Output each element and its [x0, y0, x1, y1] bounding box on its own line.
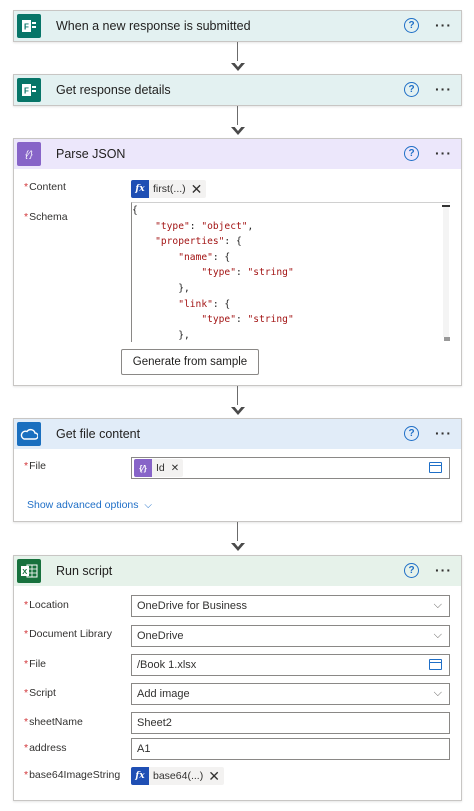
- chevron-down-icon: ⌵: [433, 599, 442, 611]
- forms-icon: F: [17, 14, 41, 38]
- get-file-content-card[interactable]: Get file content ? ··· *File {⁄} Id ✕ Sh…: [13, 418, 462, 522]
- schema-code[interactable]: { "type": "object", "properties": { "nam…: [132, 203, 450, 342]
- run-script-title: Run script: [56, 564, 113, 578]
- script-file-field[interactable]: /Book 1.xlsx: [131, 654, 450, 676]
- forms-icon: F: [17, 78, 41, 102]
- schema-code-line: "type": "object",: [155, 220, 254, 232]
- content-token[interactable]: fx first(...) ✕: [131, 180, 207, 198]
- chevron-down-icon: ⌵: [433, 687, 442, 699]
- generate-from-sample-button[interactable]: Generate from sample: [121, 349, 259, 375]
- onedrive-icon: [17, 422, 41, 446]
- file-id-token[interactable]: {⁄} Id ✕: [134, 459, 184, 477]
- file-content-title: Get file content: [56, 427, 141, 441]
- parse-json-icon: {⁄}: [134, 459, 152, 477]
- run-script-card[interactable]: X Run script ? ··· *Location OneDrive fo…: [13, 555, 462, 801]
- show-advanced-options-link[interactable]: Show advanced options ⌵: [27, 499, 152, 511]
- remove-token-icon[interactable]: ✕: [171, 463, 179, 474]
- content-field[interactable]: fx first(...) ✕: [131, 178, 450, 200]
- location-label: *Location: [24, 599, 69, 611]
- trigger-card[interactable]: F When a new response is submitted ? ···: [13, 10, 462, 42]
- base64-token[interactable]: fx base64(...) ✕: [131, 767, 224, 785]
- base64-image-string-label: *base64ImageString: [24, 769, 121, 781]
- schema-scrollbar[interactable]: [442, 203, 450, 342]
- help-icon[interactable]: ?: [404, 426, 419, 441]
- script-file-value: /Book 1.xlsx: [137, 659, 197, 671]
- sheet-name-value: Sheet2: [137, 717, 172, 729]
- sheet-name-input[interactable]: Sheet2: [131, 712, 450, 734]
- help-icon[interactable]: ?: [404, 563, 419, 578]
- more-options-icon[interactable]: ···: [435, 561, 452, 579]
- document-library-dropdown[interactable]: OneDrive ⌵: [131, 625, 450, 647]
- arrow-down-icon: [231, 541, 245, 551]
- arrow-down-icon: [231, 125, 245, 135]
- arrow-down-icon: [231, 405, 245, 415]
- parse-json-header[interactable]: {⁄} Parse JSON ? ···: [14, 139, 461, 169]
- file-content-header[interactable]: Get file content ? ···: [14, 419, 461, 449]
- folder-icon[interactable]: [429, 462, 442, 473]
- svg-text:F: F: [24, 87, 29, 96]
- script-file-label: *File: [24, 658, 47, 670]
- trigger-title: When a new response is submitted: [56, 19, 251, 33]
- schema-label: *Schema: [24, 211, 68, 223]
- file-label: *File: [24, 460, 47, 472]
- trigger-header[interactable]: F When a new response is submitted ? ···: [14, 11, 461, 41]
- schema-code-line: "link": {: [178, 298, 231, 310]
- script-value: Add image: [137, 688, 190, 700]
- parse-json-card[interactable]: {⁄} Parse JSON ? ··· *Content fx first(.…: [13, 138, 462, 386]
- file-id-token-text: Id: [156, 462, 165, 474]
- location-value: OneDrive for Business: [137, 600, 248, 612]
- details-header[interactable]: F Get response details ? ···: [14, 75, 461, 105]
- chevron-down-icon: ⌵: [433, 629, 442, 641]
- content-token-text: first(...): [153, 183, 186, 195]
- location-dropdown[interactable]: OneDrive for Business ⌵: [131, 595, 450, 617]
- parse-json-title: Parse JSON: [56, 147, 126, 161]
- schema-code-line: },: [132, 282, 190, 294]
- script-dropdown[interactable]: Add image ⌵: [131, 683, 450, 705]
- schema-code-line: "type": "string": [201, 314, 294, 326]
- script-label: *Script: [24, 687, 56, 699]
- file-field[interactable]: {⁄} Id ✕: [131, 457, 450, 479]
- expression-icon: fx: [131, 180, 149, 198]
- base64-image-string-field[interactable]: fx base64(...) ✕: [131, 765, 450, 787]
- document-library-value: OneDrive: [137, 630, 184, 642]
- excel-icon: X: [17, 559, 41, 583]
- address-input[interactable]: A1: [131, 738, 450, 760]
- remove-token-icon[interactable]: ✕: [208, 768, 220, 785]
- get-response-details-card[interactable]: F Get response details ? ···: [13, 74, 462, 106]
- help-icon[interactable]: ?: [404, 82, 419, 97]
- parse-json-icon: {⁄}: [17, 142, 41, 166]
- schema-code-line: },: [132, 329, 190, 341]
- more-options-icon[interactable]: ···: [435, 80, 452, 98]
- more-options-icon[interactable]: ···: [435, 144, 452, 162]
- address-value: A1: [137, 743, 151, 755]
- expression-icon: fx: [131, 767, 149, 785]
- chevron-down-icon: ⌵: [144, 500, 153, 511]
- more-options-icon[interactable]: ···: [435, 424, 452, 442]
- schema-editor[interactable]: { "type": "object", "properties": { "nam…: [131, 202, 450, 342]
- help-icon[interactable]: ?: [404, 18, 419, 33]
- address-label: *address: [24, 742, 67, 754]
- remove-token-icon[interactable]: ✕: [191, 181, 203, 198]
- arrow-down-icon: [231, 61, 245, 71]
- schema-code-line: {: [132, 205, 138, 216]
- run-script-header[interactable]: X Run script ? ···: [14, 556, 461, 586]
- more-options-icon[interactable]: ···: [435, 16, 452, 34]
- base64-token-text: base64(...): [153, 770, 204, 782]
- schema-code-line: "name": {: [178, 251, 231, 263]
- schema-code-line: "type": "string": [201, 267, 294, 279]
- svg-text:X: X: [22, 567, 27, 576]
- content-label: *Content: [24, 181, 66, 193]
- svg-text:F: F: [24, 23, 29, 32]
- document-library-label: *Document Library: [24, 628, 112, 640]
- folder-icon[interactable]: [429, 659, 442, 670]
- schema-code-line: "properties": {: [155, 236, 242, 248]
- details-title: Get response details: [56, 83, 171, 97]
- sheet-name-label: *sheetName: [24, 716, 83, 728]
- help-icon[interactable]: ?: [404, 146, 419, 161]
